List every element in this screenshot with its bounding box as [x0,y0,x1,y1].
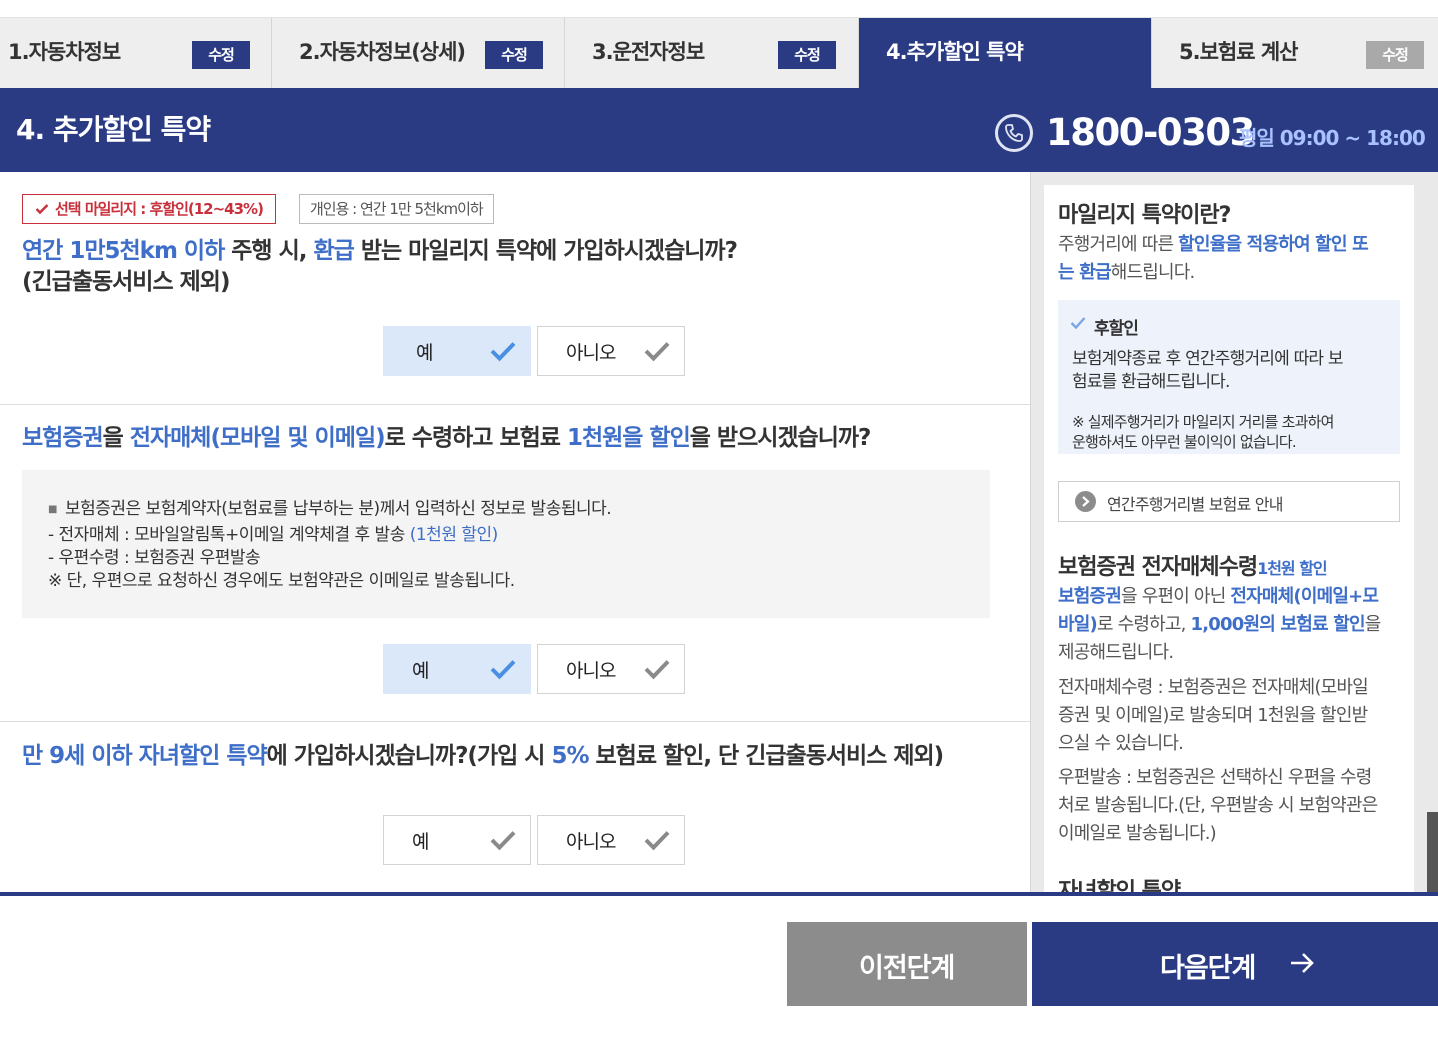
annual-mileage-guide-label: 연간주행거리별 보험료 안내 [1107,495,1283,514]
check-icon [490,342,516,362]
arrow-right-icon [1291,953,1314,973]
edit-step-3-button[interactable]: 수정 [778,41,836,69]
mileage-question: 연간 1만5천km 이하 주행 시, 환급 받는 마일리지 특약에 가입하시겠습… [22,236,738,267]
help-epolicy-desc-3: 제공해드립니다. [1058,642,1174,663]
tab-step-4-label: 4.추가할인 특약 [886,40,1024,64]
help-mileage-desc-2: 는 환급해드립니다. [1058,262,1195,283]
mileage-question-note: (긴급출동서비스 제외) [22,269,230,295]
check-icon [1070,317,1086,330]
chevron-right-icon [1075,491,1096,512]
check-icon [35,204,49,215]
check-icon [644,660,670,680]
help-epolicy-media-1: 전자매체수령 : 보험증권은 전자매체(모바일 [1058,677,1369,698]
help-epolicy-desc-1: 보험증권을 우편이 아닌 전자매체(이메일+모 [1058,586,1379,607]
mileage-no-label: 아니오 [566,342,616,364]
tab-step-5[interactable]: 5.보험료 계산 수정 [1152,18,1438,89]
business-hours: 평일 09:00 ~ 18:00 [1239,126,1426,150]
tab-step-1[interactable]: 1.자동차정보 수정 [0,18,272,89]
help-epolicy-mail-3: 이메일로 발송됩니다.) [1058,823,1217,844]
edit-step-2-button[interactable]: 수정 [485,41,543,69]
child-q-text-1: 에 가입하시겠습니까?(가입 시 [266,743,552,769]
child-no-button[interactable]: 아니오 [537,815,685,865]
tab-step-1-label: 1.자동차정보 [8,40,121,64]
discount-options: 선택 마일리지 : 후할인(12~43%) 개인용 : 연간 1만 5천km이하… [0,172,1030,892]
child-yes-button[interactable]: 예 [383,815,531,865]
epolicy-info-4: ※ 단, 우편으로 요청하신 경우에도 보험약관은 이메일로 발송됩니다. [48,571,515,591]
child-no-label: 아니오 [566,831,616,853]
selected-mileage-text: 선택 마일리지 : 후할인(12~43%) [55,200,264,218]
prev-step-label: 이전단계 [859,953,955,984]
check-icon [644,831,670,851]
epolicy-info-box: ■ 보험증권은 보험계약자(보험료를 납부하는 분)께서 입력하신 정보로 발송됩… [22,470,990,618]
divider [0,404,1030,405]
tab-step-3-label: 3.운전자정보 [592,40,705,64]
help-child-title: 자녀할인 특약 [1058,879,1181,892]
help-epolicy-mail-1: 우편발송 : 보험증권은 선택하신 우편을 수령 [1058,767,1372,788]
step-tabs: 1.자동차정보 수정 2.자동차정보(상세) 수정 3.운전자정보 수정 4.추… [0,17,1438,89]
selected-mileage-chip: 선택 마일리지 : 후할인(12~43%) [22,194,276,224]
phone-number: 1800-0303 [1046,111,1255,154]
page-scrollbar[interactable] [1427,812,1438,892]
epolicy-yes-button[interactable]: 예 [383,644,531,694]
mileage-question-refund: 환급 [313,238,355,264]
mileage-no-button[interactable]: 아니오 [537,326,685,376]
epolicy-q-discount: 1천원을 할인 [566,425,691,451]
help-mileage-title: 마일리지 특약이란? [1058,203,1231,228]
next-step-label: 다음단계 [1160,953,1256,984]
edit-step-5-button[interactable]: 수정 [1366,41,1424,69]
tab-step-5-label: 5.보험료 계산 [1179,40,1298,64]
phone-icon [995,114,1033,152]
tab-step-2[interactable]: 2.자동차정보(상세) 수정 [272,18,565,89]
child-discount-question: 만 9세 이하 자녀할인 특약에 가입하시겠습니까?(가입 시 5% 보험료 할… [22,741,945,772]
help-epolicy-mail-2: 처로 발송됩니다.(단, 우편발송 시 보험약관은 [1058,795,1378,816]
epolicy-info-1: ■ 보험증권은 보험계약자(보험료를 납부하는 분)께서 입력하신 정보로 발송됩… [48,499,612,519]
post-discount-body: 보험계약종료 후 연간주행거리에 따라 보 험료를 환급해드립니다. [1072,349,1344,392]
epolicy-q-policy: 보험증권 [22,425,104,451]
tab-step-4-active[interactable]: 4.추가할인 특약 [859,18,1152,89]
epolicy-no-label: 아니오 [566,660,616,682]
mileage-question-distance: 연간 1만5천km 이하 [22,238,225,264]
help-epolicy-media-2: 증권 및 이메일)로 발송되며 1천원을 할인받 [1058,705,1368,726]
help-epolicy-media-3: 으실 수 있습니다. [1058,733,1184,754]
post-discount-title: 후할인 [1094,319,1139,339]
epolicy-q-media: 전자매체(모바일 및 이메일) [129,425,386,451]
epolicy-q-text-1: 을 [102,425,130,451]
help-panel[interactable]: 마일리지 특약이란? 주행거리에 따른 할인율을 적용하여 할인 또 는 환급해… [1044,185,1414,892]
epolicy-question: 보험증권을 전자매체(모바일 및 이메일)로 수령하고 보험료 1천원을 할인을… [22,423,872,454]
tab-step-2-label: 2.자동차정보(상세) [299,40,466,64]
tab-step-3[interactable]: 3.운전자정보 수정 [565,18,859,89]
page-title: 4. 추가할인 특약 [16,113,211,146]
epolicy-info-2: - 전자매체 : 모바일알림톡+이메일 계약체결 후 발송 (1천원 할인) [48,525,498,545]
child-q-rate: 5% [551,743,589,769]
epolicy-yes-label: 예 [412,660,430,682]
next-step-button[interactable]: 다음단계 [1032,922,1438,1006]
post-discount-box: 후할인 보험계약종료 후 연간주행거리에 따라 보 험료를 환급해드립니다. ※ … [1058,300,1400,454]
mileage-yes-label: 예 [416,342,434,364]
help-mileage-desc-1: 주행거리에 따른 할인율을 적용하여 할인 또 [1058,234,1369,255]
bottom-divider [0,892,1438,896]
epolicy-q-text-3: 을 받으시겠습니까? [689,425,872,451]
edit-step-1-button[interactable]: 수정 [192,41,250,69]
child-yes-label: 예 [412,831,430,853]
child-q-title: 만 9세 이하 자녀할인 특약 [22,743,268,769]
check-icon [490,660,516,680]
mileage-question-text-2: 받는 마일리지 특약에 가입하시겠습니까? [353,238,738,264]
mileage-question-text-1: 주행 시, [224,238,314,264]
prev-step-button[interactable]: 이전단계 [787,922,1027,1006]
help-epolicy-title: 보험증권 전자매체수령1천원 할인 [1058,555,1328,580]
post-discount-note: ※ 실제주행거리가 마일리지 거리를 초과하여 운행하셔도 아무런 불이익이 없습… [1072,413,1334,451]
epolicy-q-text-2: 로 수령하고 보험료 [384,425,567,451]
annual-mileage-guide-button[interactable]: 연간주행거리별 보험료 안내 [1058,481,1400,522]
divider [0,721,1030,722]
help-epolicy-desc-2: 바일)로 수령하고, 1,000원의 보험료 할인을 [1058,614,1381,635]
usage-info-chip: 개인용 : 연간 1만 5천km이하 [299,194,494,224]
epolicy-info-3: - 우편수령 : 보험증권 우편발송 [48,548,261,568]
epolicy-no-button[interactable]: 아니오 [537,644,685,694]
mileage-yes-button[interactable]: 예 [383,326,531,376]
check-icon [644,342,670,362]
child-q-text-2: 보험료 할인, 단 긴급출동서비스 제외) [588,743,945,769]
check-icon [490,831,516,851]
